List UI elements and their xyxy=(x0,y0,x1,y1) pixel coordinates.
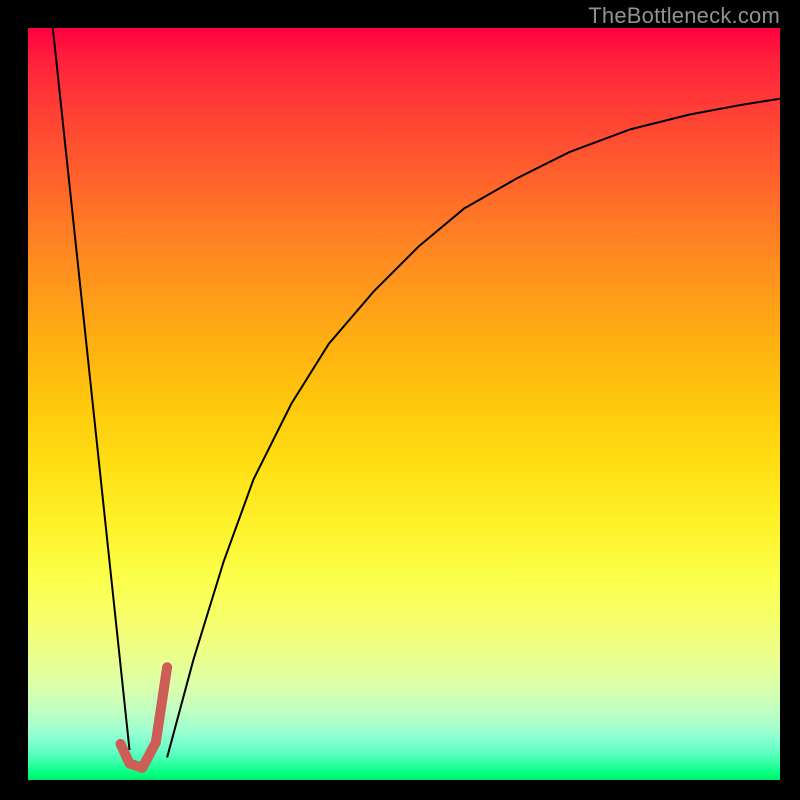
series-right-curve xyxy=(167,99,780,758)
watermark-text: TheBottleneck.com xyxy=(588,3,780,29)
plot-area xyxy=(28,28,780,780)
curve-layer xyxy=(28,28,780,780)
series-optimal-hook xyxy=(120,667,167,768)
series-left-descent xyxy=(53,28,130,750)
chart-frame: TheBottleneck.com xyxy=(0,0,800,800)
